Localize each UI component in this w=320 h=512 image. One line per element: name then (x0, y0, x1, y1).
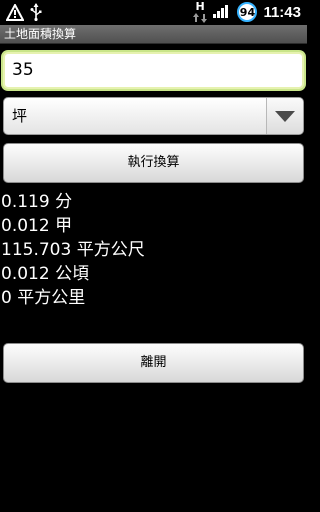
leave-button[interactable]: 離開 (3, 343, 304, 383)
result-square-meters: 115.703 平方公尺 (1, 240, 145, 260)
unit-dropdown-selected: 坪 (12, 107, 28, 125)
area-input[interactable]: 35 (3, 52, 304, 89)
unit-dropdown[interactable]: 坪 (3, 97, 304, 135)
result-jia: 0.012 甲 (1, 216, 73, 236)
result-fen: 0.119 分 (1, 192, 73, 212)
warning-icon (5, 2, 25, 25)
notification-icons (5, 2, 42, 25)
signal-icon (213, 2, 231, 22)
usb-icon (30, 3, 42, 25)
battery-icon: 94 (237, 2, 258, 22)
data-network-icon: H (193, 0, 208, 23)
result-square-kilometers: 0 平方公里 (1, 288, 86, 308)
status-bar: H 94 11:43 (0, 0, 307, 25)
dropdown-arrow-icon[interactable] (266, 98, 303, 134)
results-list: 0.119 分 0.012 甲 115.703 平方公尺 0.012 公頃 0 … (1, 190, 301, 310)
clock: 11:43 (263, 3, 301, 21)
system-icons: H 94 11:43 (193, 0, 301, 23)
result-hectares: 0.012 公頃 (1, 264, 90, 284)
convert-button[interactable]: 執行換算 (3, 143, 304, 183)
network-type-label: H (195, 0, 205, 13)
app-title: 土地面積換算 (0, 25, 307, 44)
